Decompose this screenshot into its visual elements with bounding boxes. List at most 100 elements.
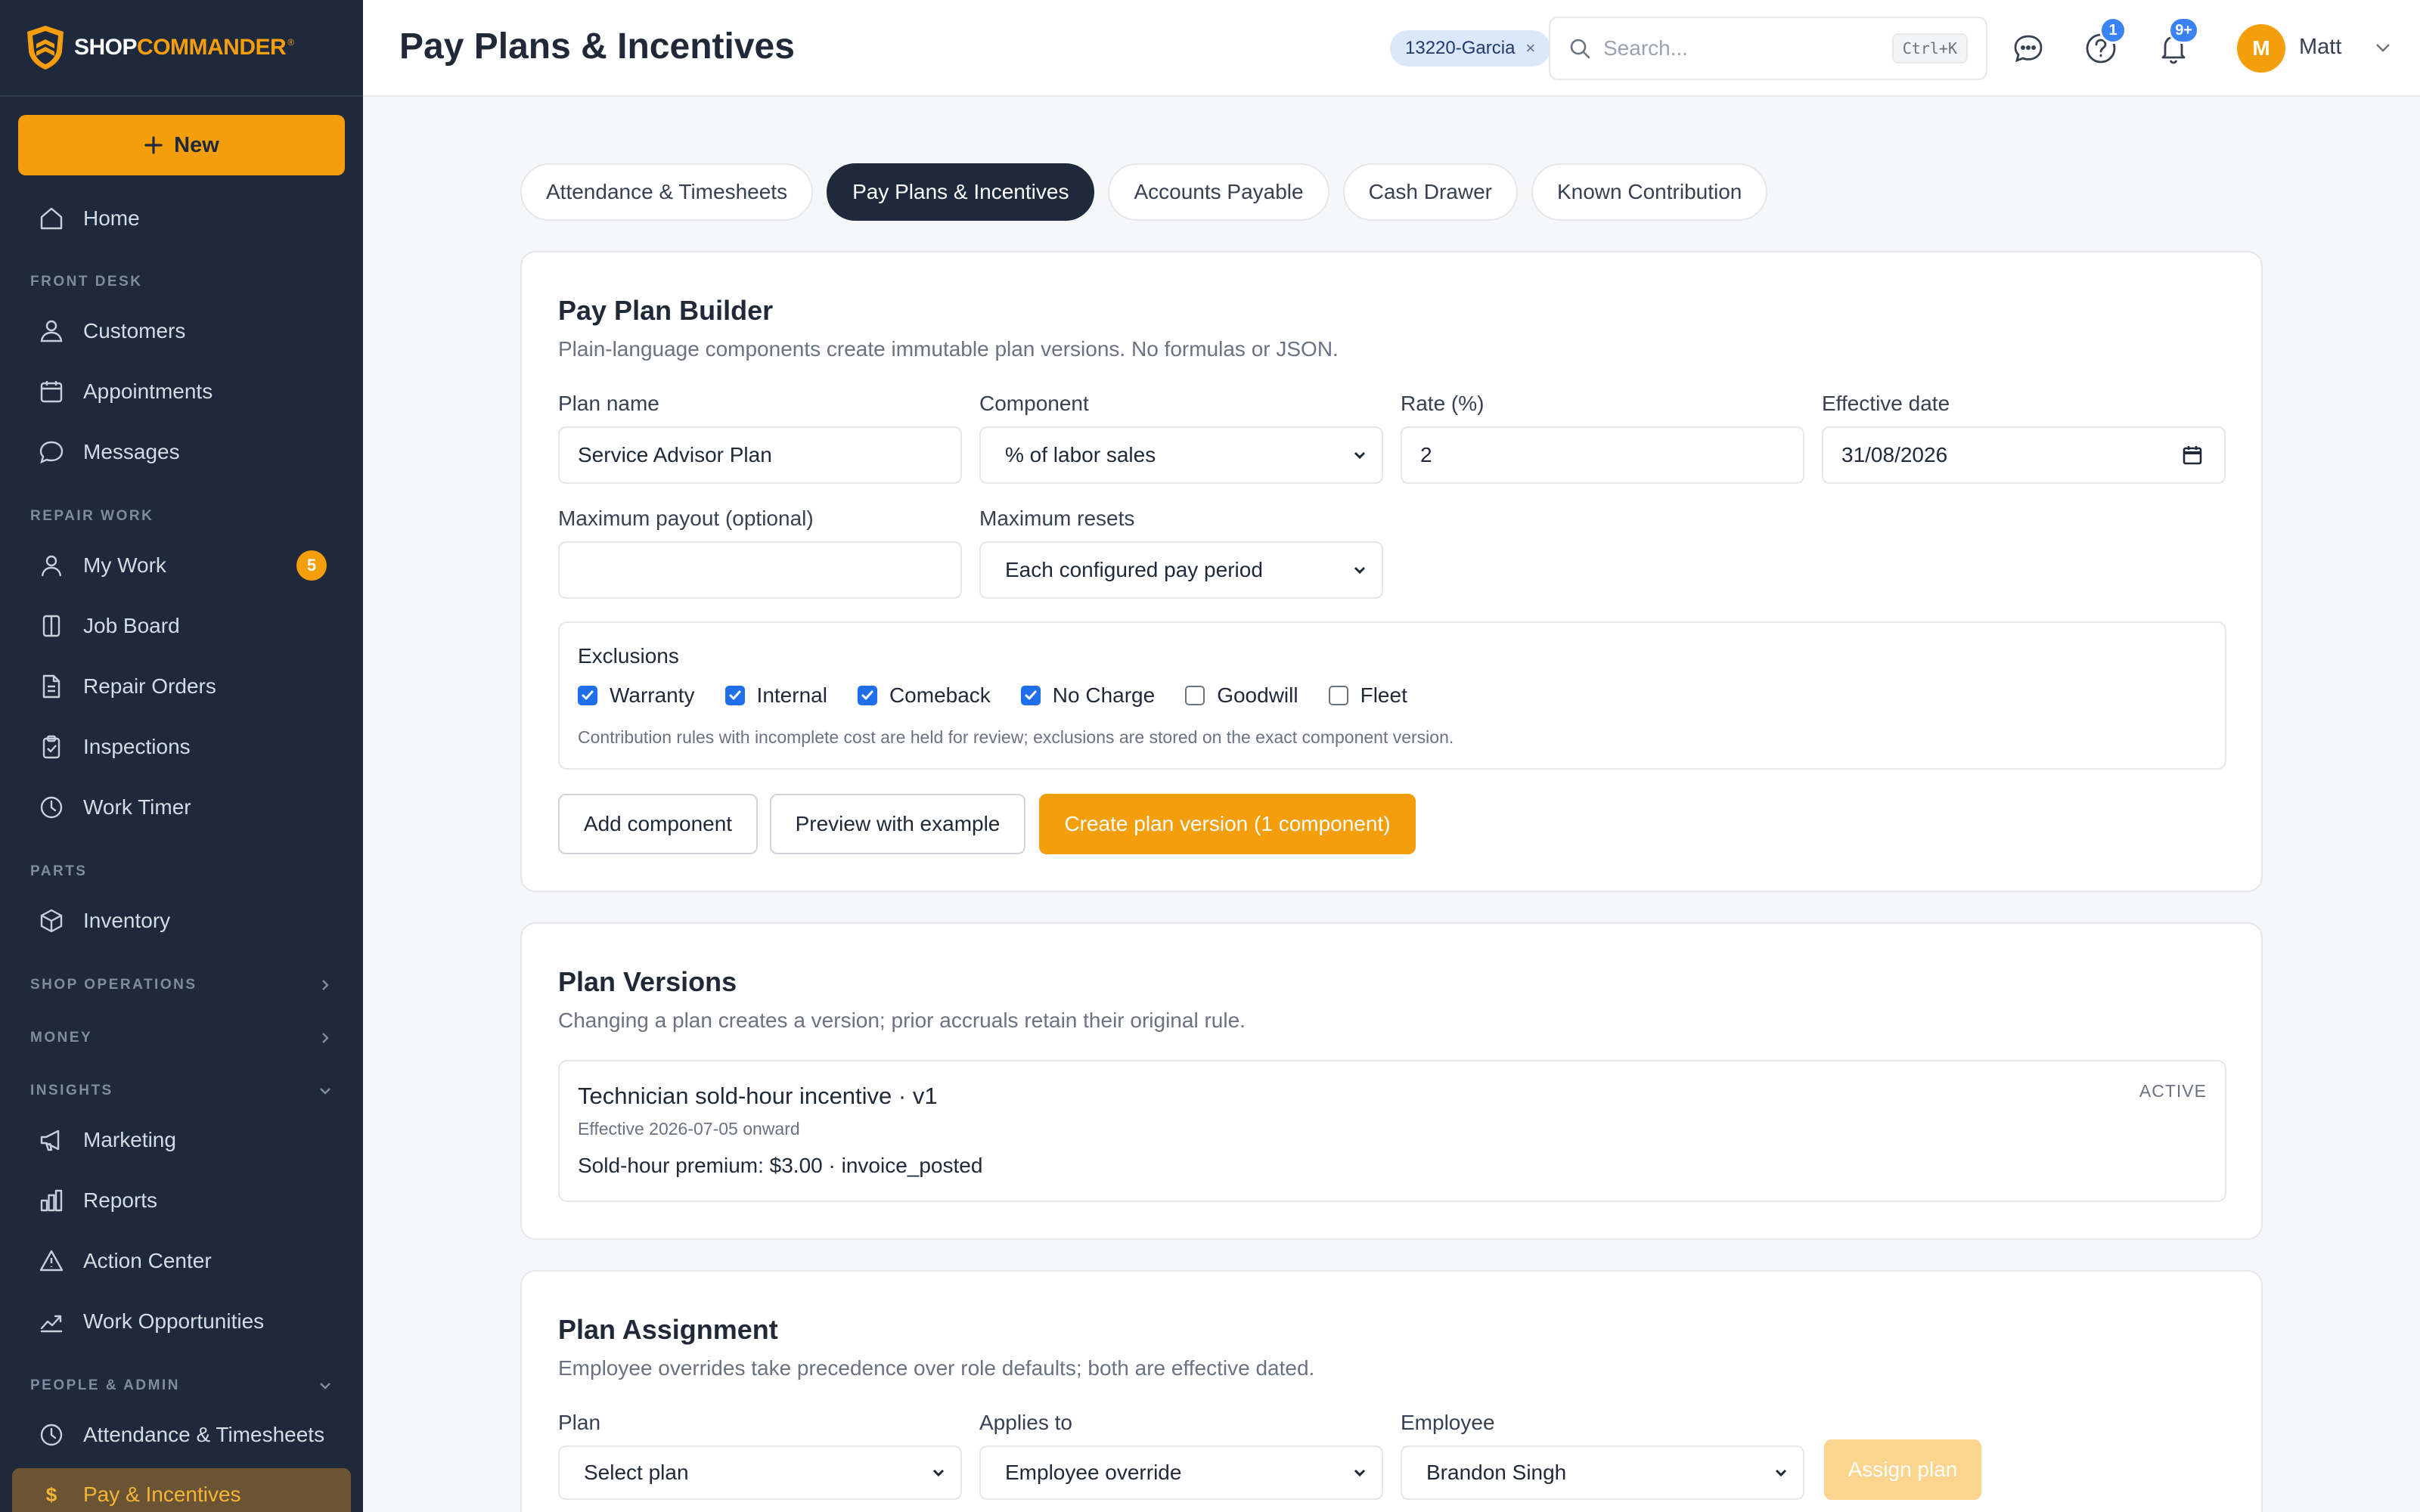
bar-chart-icon: [38, 1187, 65, 1214]
chevron-down-icon: [1351, 1464, 1368, 1481]
sidebar-item-pay-incentives[interactable]: $ Pay & Incentives: [12, 1468, 351, 1512]
sidebar-item-label: Inspections: [83, 735, 191, 758]
component-select-value: % of labor sales: [1005, 443, 1156, 466]
employee-select[interactable]: Brandon Singh: [1401, 1445, 1804, 1500]
plan-version-item[interactable]: Technician sold-hour incentive · v1 ACTI…: [558, 1060, 2226, 1202]
dollar-icon: $: [45, 1483, 57, 1506]
chevron-right-icon: [318, 978, 333, 993]
sidebar-item-customers[interactable]: Customers: [12, 305, 351, 358]
clipboard-check-icon: [38, 733, 65, 761]
checkbox[interactable]: [724, 686, 745, 705]
user-name[interactable]: Matt: [2299, 35, 2341, 60]
plan-name-label: Plan name: [558, 392, 659, 415]
sidebar-item-home[interactable]: Home: [12, 192, 351, 245]
card-subtitle: Plain-language components create immutab…: [558, 337, 1339, 361]
section-shop-operations[interactable]: SHOP OPERATIONS: [30, 977, 333, 993]
registered-mark: ®: [287, 37, 295, 48]
section-money[interactable]: MONEY: [30, 1030, 333, 1046]
sidebar-item-reports[interactable]: Reports: [12, 1174, 351, 1227]
exclusions-list: Warranty Internal Comeback No Charge Goo…: [578, 683, 1438, 708]
rate-input[interactable]: 2: [1401, 426, 1804, 484]
chevron-down-icon[interactable]: [2373, 38, 2393, 57]
tab-known-contribution[interactable]: Known Contribution: [1531, 163, 1768, 221]
sidebar-item-work-timer[interactable]: Work Timer: [12, 781, 351, 834]
brand-name: SHOPCOMMANDER: [74, 35, 287, 60]
exclusion-fleet[interactable]: Fleet: [1328, 683, 1407, 708]
tab-accounts-payable[interactable]: Accounts Payable: [1108, 163, 1329, 221]
tab-cash-drawer[interactable]: Cash Drawer: [1342, 163, 1518, 221]
page-title: Pay Plans & Incentives: [399, 26, 795, 67]
checkbox[interactable]: [857, 686, 877, 705]
sidebar-item-action-center[interactable]: Action Center: [12, 1235, 351, 1287]
notifications-button[interactable]: 9+: [2152, 17, 2199, 70]
sidebar-item-inspections[interactable]: Inspections: [12, 720, 351, 773]
tab-pay-plans-incentives[interactable]: Pay Plans & Incentives: [827, 163, 1095, 221]
sidebar-item-repair-orders[interactable]: Repair Orders: [12, 660, 351, 713]
calendar-icon[interactable]: [2182, 445, 2203, 466]
exclusion-no-charge[interactable]: No Charge: [1020, 683, 1155, 708]
chat-button[interactable]: [2007, 27, 2049, 70]
sidebar-item-attendance[interactable]: Attendance & Timesheets: [12, 1408, 351, 1461]
card-subtitle: Changing a plan creates a version; prior…: [558, 1009, 1246, 1032]
sidebar-item-work-opportunities[interactable]: Work Opportunities: [12, 1295, 351, 1348]
preview-example-button[interactable]: Preview with example: [770, 794, 1025, 854]
checkbox[interactable]: [1328, 686, 1348, 705]
checkmark-icon: [729, 690, 741, 700]
search-icon: [1568, 37, 1591, 60]
applies-to-select-value: Employee override: [1005, 1461, 1182, 1484]
chevron-down-icon: [930, 1464, 947, 1481]
chat-bubble-icon: [38, 438, 65, 466]
search-box[interactable]: Ctrl+K: [1549, 17, 1987, 80]
sidebar-item-label: My Work: [83, 553, 166, 577]
exclusion-internal[interactable]: Internal: [724, 683, 827, 708]
section-people-admin[interactable]: PEOPLE & ADMIN: [30, 1377, 333, 1394]
plan-version-effective: Effective 2026-07-05 onward: [578, 1119, 800, 1139]
checkbox[interactable]: [1185, 686, 1205, 705]
location-chip[interactable]: 13220-Garcia ×: [1390, 30, 1551, 67]
exclusions-group: Exclusions Warranty Internal Comeback No…: [558, 621, 2226, 770]
search-input[interactable]: [1603, 36, 1860, 60]
plan-select[interactable]: Select plan: [558, 1445, 962, 1500]
clock-icon: [38, 794, 65, 821]
tab-attendance-timesheets[interactable]: Attendance & Timesheets: [520, 163, 814, 221]
pay-plan-builder-card: Pay Plan Builder Plain-language componen…: [520, 251, 2263, 892]
brand[interactable]: SHOPCOMMANDER ®: [0, 0, 363, 97]
sidebar-item-marketing[interactable]: Marketing: [12, 1114, 351, 1167]
help-button[interactable]: 1: [2080, 17, 2127, 70]
chat-bubble-icon: [2012, 33, 2044, 64]
checkbox[interactable]: [1020, 686, 1041, 705]
component-select[interactable]: % of labor sales: [979, 426, 1383, 484]
keyboard-shortcut-hint: Ctrl+K: [1891, 33, 1968, 64]
plan-name-input[interactable]: Service Advisor Plan: [558, 426, 962, 484]
exclusion-goodwill[interactable]: Goodwill: [1185, 683, 1298, 708]
exclusion-comeback[interactable]: Comeback: [857, 683, 991, 708]
add-component-button[interactable]: Add component: [558, 794, 758, 854]
section-insights[interactable]: INSIGHTS: [30, 1083, 333, 1099]
close-icon[interactable]: ×: [1525, 39, 1535, 58]
sidebar-item-my-work[interactable]: My Work 5: [12, 539, 351, 592]
checkmark-icon: [1025, 690, 1037, 700]
section-front-desk: FRONT DESK: [30, 274, 143, 290]
sidebar-item-label: Inventory: [83, 909, 171, 932]
sidebar-item-appointments[interactable]: Appointments: [12, 365, 351, 418]
max-resets-select[interactable]: Each configured pay period: [979, 541, 1383, 599]
sidebar-item-inventory[interactable]: Inventory: [12, 894, 351, 947]
status-badge: ACTIVE: [2139, 1081, 2207, 1101]
sidebar-item-job-board[interactable]: Job Board: [12, 600, 351, 652]
checkbox[interactable]: [578, 686, 597, 705]
plus-icon: [144, 135, 163, 155]
component-label: Component: [979, 392, 1089, 415]
sidebar-item-messages[interactable]: Messages: [12, 426, 351, 479]
location-chip-label: 13220-Garcia: [1405, 38, 1516, 58]
max-payout-input[interactable]: [558, 541, 962, 599]
chevron-down-icon: [318, 1083, 333, 1098]
effective-date-input[interactable]: 31/08/2026: [1822, 426, 2226, 484]
new-button[interactable]: New: [18, 115, 345, 175]
avatar[interactable]: M: [2237, 24, 2285, 73]
exclusion-warranty[interactable]: Warranty: [578, 683, 695, 708]
create-plan-version-button[interactable]: Create plan version (1 component): [1039, 794, 1416, 854]
applies-to-select[interactable]: Employee override: [979, 1445, 1383, 1500]
card-title: Plan Versions: [558, 966, 737, 997]
exclusion-label: Internal: [756, 683, 827, 707]
assign-plan-button[interactable]: Assign plan: [1824, 1439, 1981, 1500]
